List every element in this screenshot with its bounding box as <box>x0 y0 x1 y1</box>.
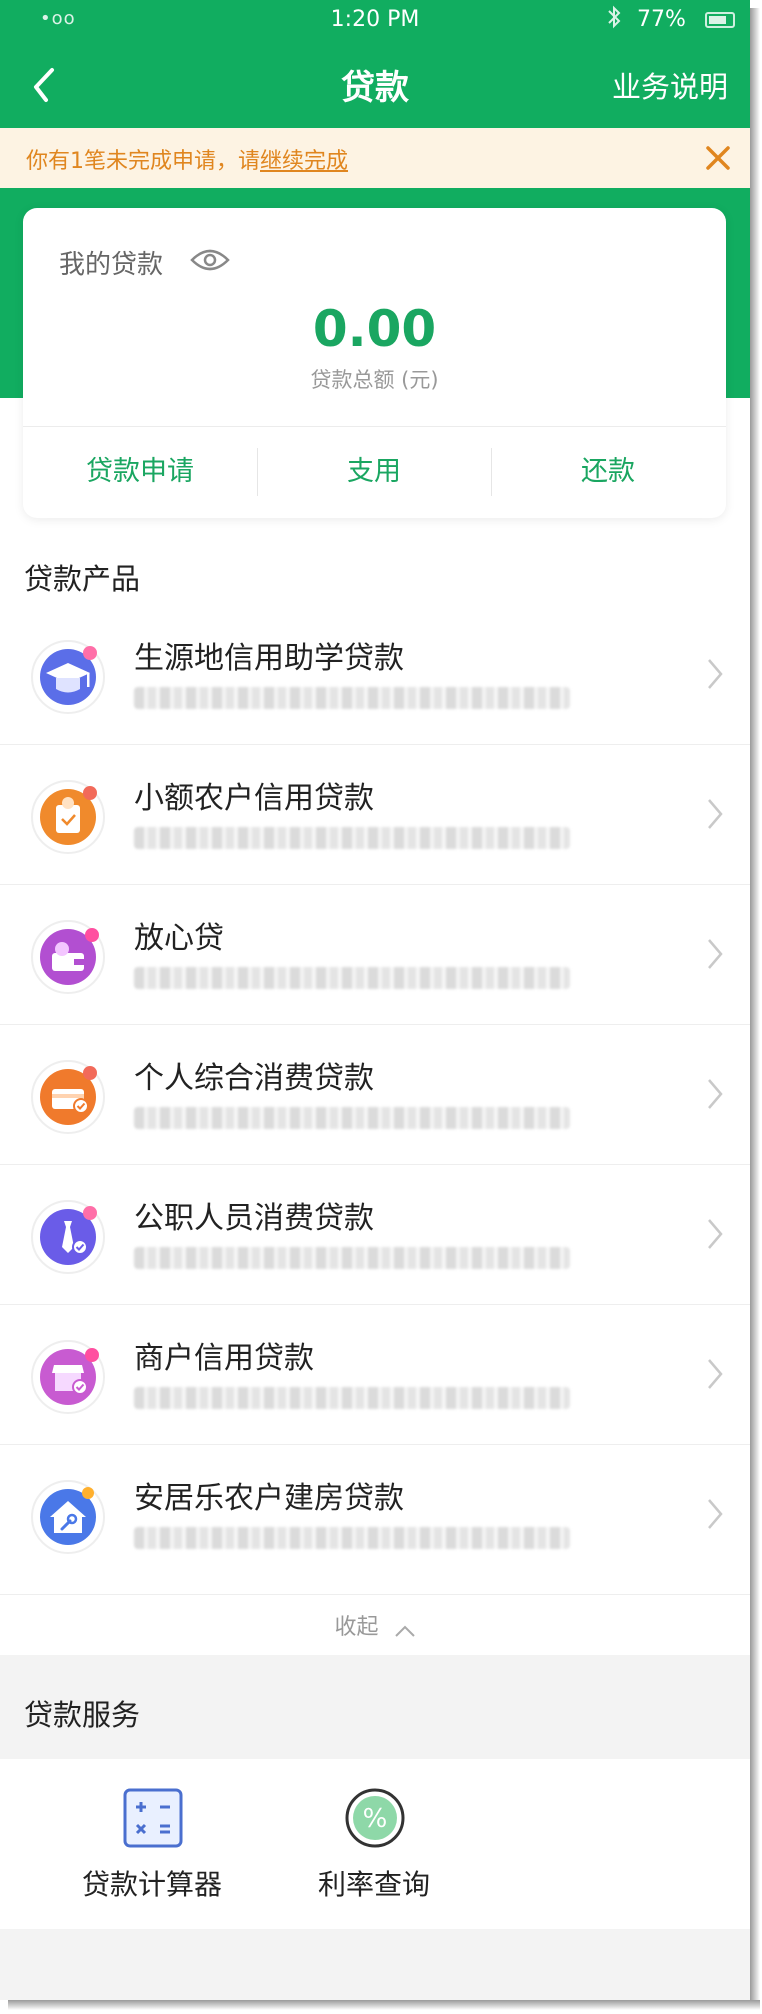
product-item[interactable]: 公职人员消费贷款 <box>0 1165 750 1305</box>
services-section-title: 贷款服务 <box>24 1698 141 1732</box>
svg-text:%: % <box>363 1804 388 1834</box>
chevron-right-icon <box>706 657 724 691</box>
navigation-bar: 贷款 业务说明 <box>0 42 750 128</box>
product-description-redacted <box>134 967 570 989</box>
house-wrench-icon <box>24 1473 114 1557</box>
battery-percentage: 77% <box>637 7 686 32</box>
percent-icon: % <box>344 1787 406 1849</box>
product-description-redacted <box>134 827 570 849</box>
product-item[interactable]: 个人综合消费贷款 <box>0 1025 750 1165</box>
product-name: 个人综合消费贷款 <box>134 1061 374 1096</box>
chevron-right-icon <box>706 1077 724 1111</box>
tie-check-icon <box>24 1193 114 1277</box>
product-item[interactable]: 商户信用贷款 <box>0 1305 750 1445</box>
product-item[interactable]: 小额农户信用贷款 <box>0 745 750 885</box>
loan-calculator-label: 贷款计算器 <box>81 1868 222 1901</box>
collapse-toggle[interactable]: 收起 <box>0 1595 750 1655</box>
product-name: 安居乐农户建房贷款 <box>134 1481 404 1516</box>
app-screen: •oo 1:20 PM 77% 贷款 业务说明 你有1笔未完成申请，请继续完成 <box>0 0 750 2000</box>
screenshot-edge-shadow <box>8 2000 760 2010</box>
loan-total-label: 贷款总额 (元) <box>310 368 439 392</box>
product-name: 公职人员消费贷款 <box>134 1201 374 1236</box>
chevron-up-icon <box>394 1623 416 1637</box>
loan-apply-button[interactable]: 贷款申请 <box>23 426 257 518</box>
product-name: 小额农户信用贷款 <box>134 781 374 816</box>
product-name: 放心贷 <box>134 921 224 956</box>
loan-drawdown-button[interactable]: 支用 <box>257 426 491 518</box>
incomplete-application-notice: 你有1笔未完成申请，请继续完成 <box>0 128 750 188</box>
notice-close-button[interactable] <box>702 142 734 174</box>
rate-query-button[interactable]: % 利率查询 <box>274 1759 474 1929</box>
chevron-right-icon <box>706 1497 724 1531</box>
product-description-redacted <box>134 687 570 709</box>
status-bar: •oo 1:20 PM 77% <box>0 0 750 42</box>
loan-repay-button[interactable]: 还款 <box>491 426 725 518</box>
card-check-icon <box>24 1053 114 1137</box>
product-description-redacted <box>134 1107 570 1129</box>
notice-message: 你有1笔未完成申请，请 <box>26 149 260 174</box>
product-item[interactable]: 安居乐农户建房贷款 <box>0 1445 750 1595</box>
calculator-icon <box>122 1787 184 1849</box>
product-name: 生源地信用助学贷款 <box>134 641 404 676</box>
product-description-redacted <box>134 1247 570 1269</box>
product-description-redacted <box>134 1387 570 1409</box>
loan-total-amount: 0.00 <box>312 300 437 358</box>
my-loan-card: 我的贷款 0.00 贷款总额 (元) 贷款申请 支用 还款 <box>23 208 726 518</box>
collapse-label: 收起 <box>334 1615 379 1640</box>
graduation-cap-icon <box>24 633 114 717</box>
business-help-link[interactable]: 业务说明 <box>612 64 728 106</box>
chevron-right-icon <box>706 1217 724 1251</box>
product-name: 商户信用贷款 <box>134 1341 314 1376</box>
close-icon <box>706 146 730 170</box>
shop-check-icon <box>24 1333 114 1417</box>
chevron-right-icon <box>706 937 724 971</box>
product-item[interactable]: 放心贷 <box>0 885 750 1025</box>
my-loan-title: 我的贷款 <box>59 250 164 280</box>
product-description-redacted <box>134 1527 570 1549</box>
screenshot-edge-shadow <box>750 8 760 2006</box>
services-grid: 贷款计算器 % 利率查询 <box>0 1759 750 1929</box>
battery-icon <box>705 12 735 28</box>
product-item[interactable]: 生源地信用助学贷款 <box>0 605 750 745</box>
rate-query-label: 利率查询 <box>317 1868 430 1901</box>
products-section-title: 贷款产品 <box>24 562 141 596</box>
bluetooth-icon <box>607 4 621 36</box>
loan-calculator-button[interactable]: 贷款计算器 <box>52 1759 252 1929</box>
continue-link[interactable]: 继续完成 <box>260 149 348 174</box>
wallet-yen-icon <box>24 913 114 997</box>
chevron-right-icon <box>706 797 724 831</box>
notice-text: 你有1笔未完成申请，请继续完成 <box>26 143 348 175</box>
clipboard-yen-icon <box>24 773 114 857</box>
eye-icon[interactable] <box>189 246 231 274</box>
chevron-right-icon <box>706 1357 724 1391</box>
